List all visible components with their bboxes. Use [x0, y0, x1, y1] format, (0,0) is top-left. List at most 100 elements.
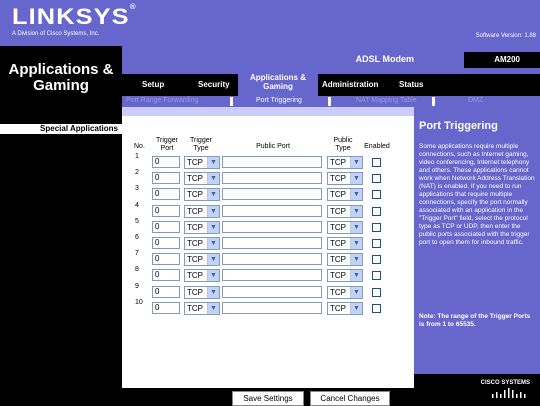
model-bar: ADSL Modem AM200	[122, 52, 540, 68]
chevron-down-icon: ▼	[207, 189, 219, 201]
trigger-type-select[interactable]: TCP ▼	[184, 301, 220, 315]
trigger-port-input[interactable]: 0	[152, 301, 180, 314]
trigger-type-value: TCP	[187, 255, 203, 265]
tab-applications-gaming[interactable]: Applications & Gaming	[238, 68, 318, 96]
subtab-dmz[interactable]: DMZ	[468, 97, 483, 104]
trigger-port-input[interactable]: 0	[152, 269, 180, 282]
chevron-down-icon: ▼	[207, 205, 219, 217]
trigger-type-select[interactable]: TCP ▼	[184, 172, 220, 186]
trigger-type-select[interactable]: TCP ▼	[184, 156, 220, 169]
public-port-input[interactable]	[222, 172, 322, 185]
tab-security[interactable]: Security	[198, 80, 230, 89]
trigger-port-input[interactable]: 0	[152, 172, 180, 185]
enabled-checkbox[interactable]	[372, 190, 381, 200]
row-number: 10	[135, 298, 143, 306]
enabled-checkbox[interactable]	[372, 303, 381, 313]
trigger-port-input[interactable]: 0	[152, 188, 180, 201]
top-banner: LINKSYS® A Division of Cisco Systems, In…	[0, 0, 540, 46]
subtab-nat-mapping-table[interactable]: NAT Mapping Table	[356, 97, 417, 104]
chevron-down-icon: ▼	[350, 173, 362, 185]
trigger-type-value: TCP	[187, 271, 203, 281]
public-type-select[interactable]: TCP ▼	[327, 220, 363, 234]
public-type-select[interactable]: TCP ▼	[327, 269, 363, 283]
row-number: 4	[135, 201, 139, 209]
row-number: 9	[135, 282, 139, 290]
public-type-value: TCP	[330, 303, 346, 313]
row-number: 1	[135, 153, 139, 160]
enabled-checkbox[interactable]	[372, 174, 381, 184]
public-type-value: TCP	[330, 158, 346, 167]
trigger-type-value: TCP	[187, 222, 203, 232]
trigger-type-value: TCP	[187, 190, 203, 200]
save-settings-button[interactable]: Save Settings	[232, 391, 304, 406]
enabled-checkbox[interactable]	[372, 158, 381, 167]
linksys-logo: LINKSYS®	[12, 4, 137, 29]
tab-setup[interactable]: Setup	[142, 80, 164, 89]
public-type-select[interactable]: TCP ▼	[327, 253, 363, 267]
trigger-type-value: TCP	[187, 303, 203, 313]
trigger-port-input[interactable]: 0	[152, 285, 180, 298]
trigger-type-select[interactable]: TCP ▼	[184, 204, 220, 218]
trigger-port-input[interactable]: 0	[152, 237, 180, 249]
public-type-select[interactable]: TCP ▼	[327, 285, 363, 299]
sub-tabs: Port Range Forwarding Port Triggering NA…	[122, 96, 540, 107]
trigger-port-input[interactable]: 0	[152, 156, 180, 168]
public-type-select[interactable]: TCP ▼	[327, 204, 363, 218]
header-enabled: Enabled	[364, 143, 390, 150]
enabled-checkbox[interactable]	[372, 255, 381, 265]
enabled-checkbox[interactable]	[372, 271, 381, 281]
subtab-port-range-forwarding[interactable]: Port Range Forwarding	[126, 97, 198, 104]
public-port-input[interactable]	[222, 269, 322, 282]
chevron-down-icon: ▼	[350, 286, 362, 298]
public-port-input[interactable]	[222, 204, 322, 217]
row-number: 8	[135, 266, 139, 274]
trigger-type-select[interactable]: TCP ▼	[184, 188, 220, 202]
cancel-changes-button[interactable]: Cancel Changes	[310, 391, 390, 406]
trigger-type-select[interactable]: TCP ▼	[184, 237, 220, 250]
trigger-type-select[interactable]: TCP ▼	[184, 285, 220, 299]
chevron-down-icon: ▼	[207, 173, 219, 185]
left-heading-label: Special Applications	[40, 124, 118, 133]
chevron-down-icon: ▼	[350, 254, 362, 266]
tab-administration[interactable]: Administration	[322, 80, 378, 89]
trigger-type-select[interactable]: TCP ▼	[184, 253, 220, 267]
enabled-checkbox[interactable]	[372, 239, 381, 248]
public-port-input[interactable]	[222, 301, 322, 314]
help-body: Some applications require multiple conne…	[419, 143, 535, 246]
tab-applications-gaming-label: Applications & Gaming	[249, 73, 306, 91]
enabled-checkbox[interactable]	[372, 222, 381, 232]
help-title: Port Triggering	[419, 120, 498, 132]
public-port-input[interactable]	[222, 156, 322, 168]
subtab-separator	[432, 97, 435, 106]
left-heading: Special Applications	[0, 124, 122, 134]
public-type-value: TCP	[330, 271, 346, 281]
enabled-checkbox[interactable]	[372, 206, 381, 216]
public-type-select[interactable]: TCP ▼	[327, 188, 363, 202]
trigger-port-input[interactable]: 0	[152, 204, 180, 217]
chevron-down-icon: ▼	[350, 221, 362, 233]
public-type-value: TCP	[330, 174, 346, 184]
trigger-port-input[interactable]: 0	[152, 220, 180, 233]
trigger-type-select[interactable]: TCP ▼	[184, 269, 220, 283]
chevron-down-icon: ▼	[350, 205, 362, 217]
chevron-down-icon: ▼	[207, 270, 219, 282]
enabled-checkbox[interactable]	[372, 287, 381, 297]
subtab-port-triggering[interactable]: Port Triggering	[256, 97, 302, 104]
chevron-down-icon: ▼	[207, 302, 219, 314]
public-port-input[interactable]	[222, 253, 322, 266]
public-port-input[interactable]	[222, 220, 322, 233]
public-type-select[interactable]: TCP ▼	[327, 237, 363, 250]
public-port-input[interactable]	[222, 237, 322, 249]
public-port-input[interactable]	[222, 188, 322, 201]
public-type-value: TCP	[330, 206, 346, 216]
cisco-logo-text: CISCO SYSTEMS	[480, 380, 530, 386]
public-port-input[interactable]	[222, 285, 322, 298]
help-note: Note: The range of the Trigger Ports is …	[419, 313, 531, 328]
chevron-down-icon: ▼	[207, 238, 219, 249]
public-type-select[interactable]: TCP ▼	[327, 172, 363, 186]
trigger-port-input[interactable]: 0	[152, 253, 180, 266]
public-type-select[interactable]: TCP ▼	[327, 156, 363, 169]
trigger-type-select[interactable]: TCP ▼	[184, 220, 220, 234]
public-type-select[interactable]: TCP ▼	[327, 301, 363, 315]
tab-status[interactable]: Status	[399, 80, 423, 89]
